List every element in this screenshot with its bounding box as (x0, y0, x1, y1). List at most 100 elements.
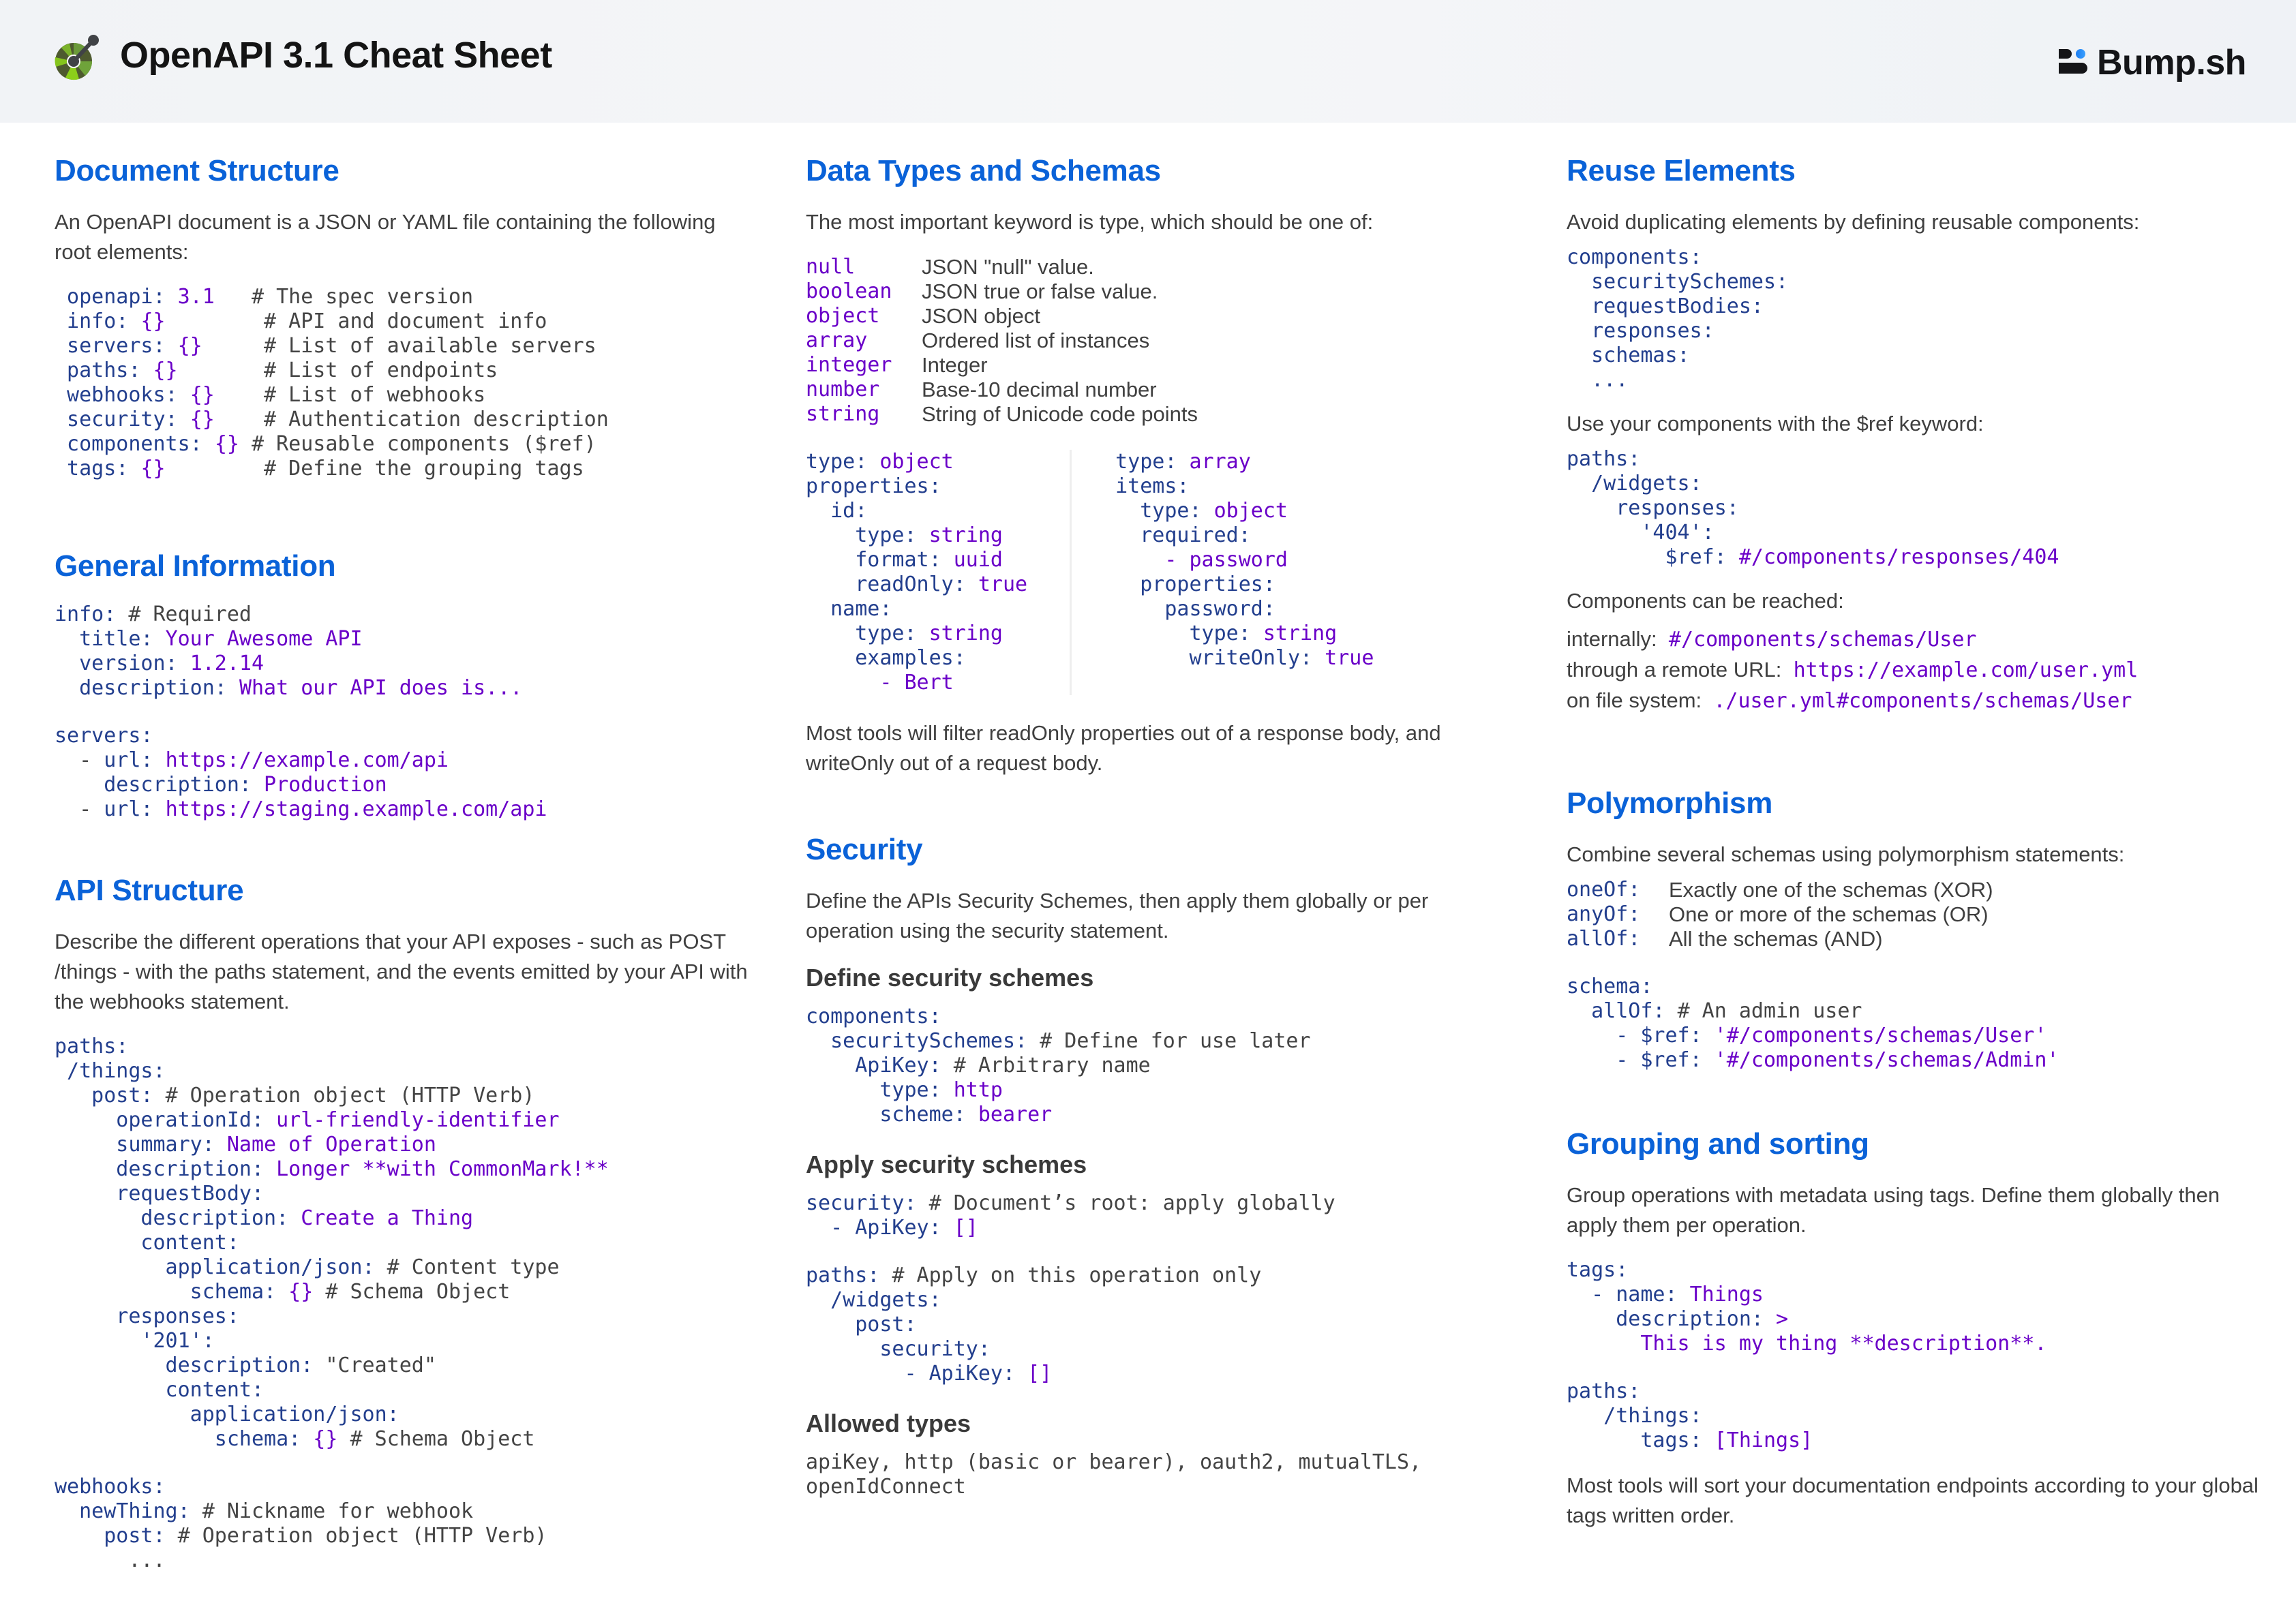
code-key: webhooks: (55, 383, 190, 407)
keyword-description: One or more of the schemas (OR) (1669, 902, 1989, 926)
definition-row: anyOf: One or more of the schemas (OR) (1567, 902, 2276, 927)
keyword: allOf: (1567, 927, 1641, 951)
section-intro: The most important keyword is type, whic… (806, 210, 1374, 234)
code-key: responses: (55, 1304, 239, 1328)
divider (1070, 450, 1072, 695)
code-key: - name: (1567, 1283, 1690, 1306)
code-comment: # Apply on this operation only (892, 1264, 1262, 1287)
code-key: writeOnly: (1115, 646, 1325, 670)
code-block-ref: paths: /widgets: responses: '404': $ref:… (1567, 447, 2276, 570)
subsection-title: Define security schemes (806, 964, 1094, 992)
code-key: securitySchemes: (1567, 270, 1789, 294)
code-value: - password (1115, 548, 1288, 572)
code-key: schema: (55, 1427, 314, 1451)
page-title: OpenAPI 3.1 Cheat Sheet (120, 35, 552, 76)
definition-row: boolean JSON true or false value. (806, 279, 1487, 304)
code-comment: # Operation object (HTTP Verb) (165, 1084, 535, 1107)
code-line: description: "Created" (55, 1353, 436, 1377)
code-key: security: (806, 1191, 929, 1215)
code-line: allOf: # An admin user (1567, 999, 1862, 1023)
schema-examples: type: object properties: id: type: strin… (806, 450, 1487, 695)
code-block-object: type: object properties: id: type: strin… (806, 450, 1027, 695)
code-block-define: components: securitySchemes: # Define fo… (806, 1005, 1487, 1127)
reach-path: ./user.yml#components/schemas/User (1713, 689, 2132, 713)
section-note: Most tools will sort your documentation … (1567, 1473, 2259, 1527)
code-line: schemas: (1567, 343, 1690, 367)
code-line: servers: (55, 724, 153, 748)
code-comment: # Schema Object (337, 1427, 535, 1451)
code-key: type: (806, 1078, 954, 1102)
keyword: array (806, 328, 868, 352)
code-block-info: info: # Required title: Your Awesome API… (55, 602, 750, 701)
code-line: description: > (1567, 1307, 1788, 1331)
code-key: tags: (1567, 1428, 1715, 1452)
brand-name: Bump.sh (2097, 43, 2246, 82)
code-line: responses: (55, 1304, 239, 1328)
code-value: string (928, 622, 1003, 645)
section-data-types: Data Types and Schemas The most importan… (806, 154, 1487, 796)
code-line: ApiKey: # Arbitrary name (806, 1054, 1151, 1077)
section-intro: An OpenAPI document is a JSON or YAML fi… (55, 210, 716, 264)
keyword-description: Ordered list of instances (922, 328, 1150, 352)
code-key: '404': (1567, 521, 1715, 545)
code-comment: "Created" (325, 1353, 436, 1377)
section-title: General Information (55, 549, 336, 583)
reach-row: through a remote URL: https://example.co… (1567, 655, 2276, 686)
code-key: servers: (55, 724, 153, 748)
code-value: bearer (978, 1103, 1053, 1127)
page-header: OpenAPI 3.1 Cheat Sheet Bump.sh (0, 0, 2296, 123)
code-comment: # Operation object (HTTP Verb) (177, 1524, 547, 1548)
code-value: Your Awesome API (165, 627, 363, 651)
code-value: [Things] (1714, 1428, 1813, 1452)
code-line: items: (1115, 474, 1189, 498)
code-line: /widgets: (806, 1288, 941, 1312)
code-line: tags: (1567, 1258, 1628, 1282)
code-comment: # Required (128, 602, 252, 626)
code-key: newThing: (55, 1499, 202, 1523)
definition-row: array Ordered list of instances (806, 328, 1487, 353)
code-block-paths: paths: /things: tags: [Things] (1567, 1379, 2276, 1453)
code-block-webhooks: webhooks: newThing: # Nickname for webho… (55, 1475, 750, 1573)
code-key: requestBody: (55, 1182, 265, 1206)
code-key: /things: (1567, 1404, 1702, 1428)
section-grouping: Grouping and sorting Group operations wi… (1567, 1127, 2276, 1548)
code-value: http (953, 1078, 1003, 1102)
code-line: security: (806, 1337, 991, 1361)
code-line: components: (806, 1005, 941, 1028)
code-comment: # Schema Object (313, 1280, 511, 1304)
code-key: schemas: (1567, 343, 1690, 367)
code-value: Production (264, 773, 387, 797)
code-line: This is my thing **description**. (1567, 1332, 2046, 1356)
code-value: '#/components/schemas/User' (1714, 1024, 2047, 1047)
keyword-description: String of Unicode code points (922, 402, 1198, 426)
reach-row: internally: #/components/schemas/User (1567, 624, 2276, 655)
code-block: openapi: 3.1 # The spec version info: {}… (55, 285, 750, 481)
code-line: - name: Things (1567, 1283, 1764, 1306)
reach-label: internally: (1567, 627, 1669, 651)
code-value: url-friendly-identifier (276, 1108, 560, 1132)
code-key: type: (1115, 450, 1190, 474)
code-line: name: (806, 597, 892, 621)
code-key: application/json: (55, 1403, 399, 1426)
code-key: type: (1115, 499, 1214, 523)
code-line: - $ref: '#/components/schemas/Admin' (1567, 1048, 2059, 1072)
code-key: components: (55, 432, 215, 456)
code-comment: # Content type (387, 1255, 560, 1279)
code-line: password: (1115, 597, 1275, 621)
code-line: webhooks: (55, 1475, 166, 1499)
code-key: responses: (1567, 319, 1715, 343)
keyword: oneOf: (1567, 878, 1641, 902)
section-security: Security Define the APIs Security Scheme… (806, 833, 1487, 1499)
code-key: description: (55, 773, 265, 797)
keyword-description: Base-10 decimal number (922, 378, 1157, 401)
code-key: ApiKey: (806, 1054, 954, 1077)
code-key: readOnly: (806, 572, 978, 596)
code-line: format: uuid (806, 548, 1003, 572)
code-key: application/json: (55, 1255, 387, 1279)
code-key: id: (806, 499, 868, 523)
keyword: integer (806, 353, 892, 377)
brand-link[interactable]: Bump.sh (2059, 42, 2246, 83)
code-value: https://example.com/api (165, 748, 449, 772)
code-line: content: (55, 1378, 265, 1402)
code-key: info: (55, 309, 141, 333)
